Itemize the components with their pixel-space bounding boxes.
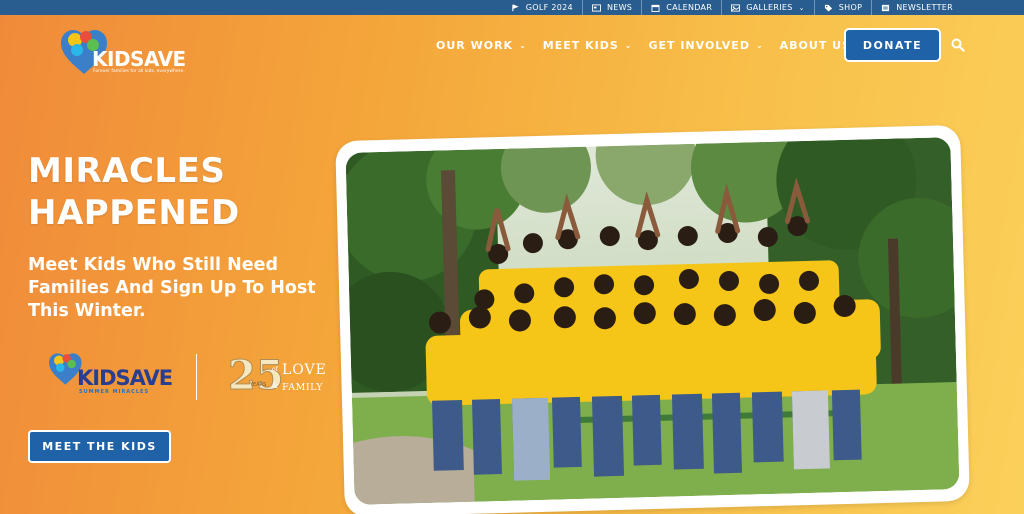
hero-headline-line2: HAPPENED <box>28 193 240 233</box>
newsletter-icon <box>882 4 890 11</box>
topbar-golf-label: GOLF 2024 <box>525 3 573 12</box>
nav-about-us-label: ABOUT US <box>779 38 852 52</box>
nav-meet-kids-label: MEET KIDS <box>542 38 619 52</box>
golf-icon <box>512 3 519 11</box>
topbar-news-label: NEWS <box>606 3 633 12</box>
badge-kidsave-word: KIDSAVE <box>77 366 173 390</box>
hero-headline-line1: MIRACLES <box>28 151 226 191</box>
topbar-golf-link[interactable]: GOLF 2024 <box>502 0 582 15</box>
nav-our-work[interactable]: OUR WORK ⌄ <box>436 39 527 52</box>
hero-sub-line2: Families And Sign Up To Host <box>28 278 316 298</box>
tag-icon <box>824 4 832 12</box>
top-utility-bar: GOLF 2024 NEWS CALENDAR GALLERIES ⌄ SHOP… <box>0 0 1024 15</box>
badge-divider <box>196 354 197 400</box>
hero-headline: MIRACLES HAPPENED <box>28 150 240 234</box>
kidsave-summer-miracles-logo: KIDSAVE SUMMER MIRACLES <box>48 352 173 398</box>
topbar-calendar-link[interactable]: CALENDAR <box>641 0 721 15</box>
hero-photo <box>345 137 960 505</box>
topbar-galleries-link[interactable]: GALLERIES ⌄ <box>721 0 814 15</box>
chevron-down-icon: ⌄ <box>755 40 764 50</box>
anniv-number: 25 <box>228 352 285 399</box>
hero-subheading: Meet Kids Who Still Need Families And Si… <box>28 254 338 323</box>
news-icon <box>592 3 601 12</box>
25-years-badge: 25 YEARS of LOVE & FAMILY <box>226 352 338 400</box>
kidsave-logo[interactable]: KIDSAVE Forever families for all kids, e… <box>60 28 195 78</box>
search-icon[interactable] <box>951 38 965 52</box>
calendar-icon <box>651 4 660 12</box>
anniv-family: FAMILY <box>282 382 324 393</box>
chevron-down-icon: ⌄ <box>798 3 805 12</box>
chevron-down-icon: ⌄ <box>519 40 527 50</box>
meet-the-kids-button[interactable]: MEET THE KIDS <box>28 430 171 463</box>
anniv-love: LOVE <box>282 362 327 378</box>
donate-button[interactable]: DONATE <box>844 28 941 62</box>
topbar-shop-label: SHOP <box>838 3 863 12</box>
anniv-years: YEARS <box>250 382 267 388</box>
anniv-amp: & <box>272 382 279 390</box>
nav-meet-kids[interactable]: MEET KIDS ⌄ <box>543 39 633 52</box>
logo-tagline: Forever families for all kids, everywher… <box>93 69 185 74</box>
topbar-shop-link[interactable]: SHOP <box>813 0 871 15</box>
kids-group-photo <box>345 137 960 505</box>
topbar-calendar-label: CALENDAR <box>666 3 713 12</box>
logo-wordmark: KIDSAVE <box>92 47 186 71</box>
nav-get-involved-label: GET INVOLVED <box>648 38 750 52</box>
topbar-newsletter-label: NEWSLETTER <box>896 3 953 12</box>
topbar-newsletter-link[interactable]: NEWSLETTER <box>871 0 962 15</box>
topbar-news-link[interactable]: NEWS <box>581 0 641 15</box>
hero-sub-line1: Meet Kids Who Still Need <box>28 255 279 275</box>
topbar-galleries-label: GALLERIES <box>746 3 793 12</box>
gallery-icon <box>731 3 741 12</box>
anniv-of: of <box>272 366 278 373</box>
badge-kidsave-sub: SUMMER MIRACLES <box>79 389 150 395</box>
hero-sub-line3: This Winter. <box>28 301 146 321</box>
nav-our-work-label: OUR WORK <box>436 38 514 52</box>
chevron-down-icon: ⌄ <box>624 40 633 50</box>
nav-get-involved[interactable]: GET INVOLVED ⌄ <box>648 39 763 52</box>
hero-photo-frame <box>335 124 970 514</box>
main-nav: OUR WORK ⌄ MEET KIDS ⌄ GET INVOLVED ⌄ AB… <box>436 28 865 62</box>
